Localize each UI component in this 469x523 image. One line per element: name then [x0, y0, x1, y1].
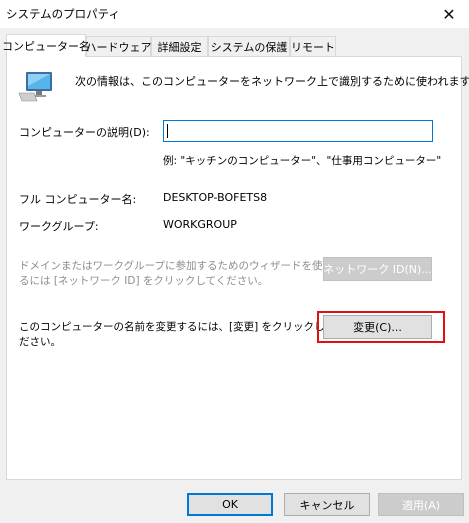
full-name-label: フル コンピューター名: [19, 193, 137, 206]
tab-computer-name[interactable]: コンピューター名 [2, 34, 90, 57]
full-name-value: DESKTOP-BOFETS8 [163, 191, 268, 204]
tab-hardware[interactable]: ハードウェア [86, 36, 152, 56]
description-label: コンピューターの説明(D): [19, 126, 150, 139]
description-example: 例: "キッチンのコンピューター"、"仕事用コンピューター" [163, 155, 442, 167]
highlight-box [317, 311, 445, 343]
rename-text-line1: このコンピューターの名前を変更するには、[変更] をクリックしてく [19, 321, 345, 333]
workgroup-value: WORKGROUP [163, 218, 237, 231]
title-bar: システムのプロパティ ✕ [0, 0, 469, 28]
workgroup-label: ワークグループ: [19, 220, 99, 233]
network-id-button[interactable]: ネットワーク ID(N)... [323, 257, 432, 281]
domain-wizard-text-line1: ドメインまたはワークグループに参加するためのウィザードを使用す [19, 260, 344, 272]
computer-description-input[interactable] [163, 120, 433, 142]
cancel-button[interactable]: キャンセル [284, 493, 370, 516]
computer-icon [18, 72, 52, 102]
rename-text-line2: ださい。 [19, 336, 61, 348]
tab-remote[interactable]: リモート [290, 36, 336, 56]
close-icon[interactable]: ✕ [429, 0, 469, 28]
window-title: システムのプロパティ [6, 7, 120, 21]
tab-advanced[interactable]: 詳細設定 [151, 36, 208, 56]
apply-button[interactable]: 適用(A) [378, 493, 464, 516]
intro-text: 次の情報は、このコンピューターをネットワーク上で識別するために使われます。 [75, 75, 469, 88]
text-caret [167, 124, 168, 138]
domain-wizard-text-line2: るには [ネットワーク ID] をクリックしてください。 [19, 275, 269, 287]
tab-panel: 次の情報は、このコンピューターをネットワーク上で識別するために使われます。 コン… [6, 56, 469, 480]
tab-system-protection[interactable]: システムの保護 [208, 36, 290, 56]
ok-button[interactable]: OK [187, 493, 273, 516]
